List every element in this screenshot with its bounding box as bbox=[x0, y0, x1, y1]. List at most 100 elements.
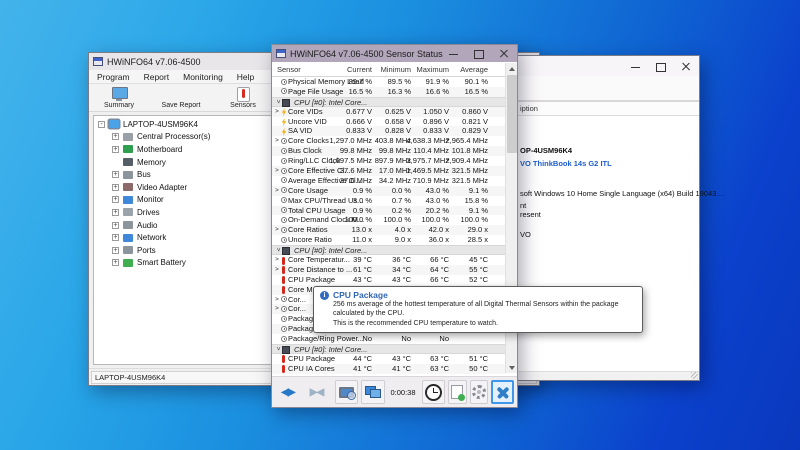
resize-grip[interactable] bbox=[691, 372, 698, 379]
col-maximum[interactable]: Maximum bbox=[416, 65, 449, 74]
expand-icon[interactable]: + bbox=[112, 133, 119, 141]
chevron-right-icon[interactable]: > bbox=[275, 304, 279, 314]
summary-button[interactable]: Summary bbox=[93, 84, 145, 111]
sensor-row-core-clocks[interactable]: > Core Clocks 1,297.0 MHz 403.8 MHz 4,638.3 … bbox=[272, 136, 505, 146]
sensor-row-sa-vid[interactable]: SA VID 0.833 V 0.828 V 0.833 V 0.829 V bbox=[272, 126, 505, 137]
sensor-row-core-usage[interactable]: > Core Usage 0.9 % 0.0 % 43.0 % 9.1 % bbox=[272, 185, 505, 196]
expand-icon[interactable]: + bbox=[112, 171, 119, 179]
sensor-value: 43 °C bbox=[353, 274, 372, 284]
sensor-value: 4,638.3 MHz bbox=[406, 136, 449, 146]
toolbar-button-label: Summary bbox=[104, 101, 134, 109]
col-minimum[interactable]: Minimum bbox=[381, 65, 411, 74]
clock-button[interactable] bbox=[421, 380, 445, 404]
chevron-right-icon[interactable]: > bbox=[275, 255, 279, 265]
sensor-row-max-cpu-thread-us[interactable]: Max CPU/Thread Us... 3.0 % 0.7 % 43.0 % 15.8… bbox=[272, 196, 505, 206]
menu-item-help[interactable]: Help bbox=[237, 72, 254, 82]
sensor-row-ring-llc-clock[interactable]: Ring/LLC Clock 1,097.5 MHz 897.9 MHz 3,975.… bbox=[272, 156, 505, 166]
sensor-value: 100.0 % bbox=[383, 215, 411, 225]
chevron-right-icon[interactable]: > bbox=[275, 225, 279, 235]
minimize-icon[interactable] bbox=[448, 48, 459, 59]
sensor-value: 16.3 % bbox=[387, 86, 411, 96]
expand-icon[interactable]: + bbox=[112, 208, 119, 216]
col-current[interactable]: Current bbox=[347, 65, 372, 74]
sensor-row-on-demand-clock-m[interactable]: On-Demand Clock M... 100.0 % 100.0 % 100.0 … bbox=[272, 215, 505, 225]
col-average[interactable]: Average bbox=[460, 65, 488, 74]
clock-icon bbox=[281, 187, 287, 194]
sensor-value: 1,297.0 MHz bbox=[329, 136, 372, 146]
info-icon: i bbox=[320, 290, 329, 300]
sensor-row-physical-memory-load[interactable]: Physical Memory Load 89.7 % 89.5 % 91.9 % 90… bbox=[272, 77, 505, 87]
sensor-row-uncore-vid[interactable]: Uncore VID 0.666 V 0.658 V 0.896 V 0.821 V bbox=[272, 117, 505, 127]
collapse-icon[interactable]: - bbox=[98, 120, 105, 128]
sensor-row-average-effective-cl[interactable]: Average Effective Cl... 37.6 MHz 34.2 MHz 7… bbox=[272, 176, 505, 186]
sensor-row-core-temperatur[interactable]: > Core Temperatur... 39 °C 36 °C 66 °C 45 °C bbox=[272, 255, 505, 265]
sensor-row-bus-clock[interactable]: Bus Clock 99.8 MHz 99.8 MHz 110.4 MHz 101.8 … bbox=[272, 146, 505, 157]
save-report-button[interactable]: Save Report bbox=[155, 84, 207, 111]
chevron-right-icon[interactable]: > bbox=[275, 107, 279, 117]
sensor-row-cpu-ia-cores[interactable]: CPU IA Cores 41 °C 41 °C 63 °C 50 °C bbox=[272, 363, 505, 374]
menu-item-program[interactable]: Program bbox=[97, 72, 130, 82]
sensor-value: 64 °C bbox=[430, 264, 449, 274]
sensor-value: 3.0 % bbox=[352, 195, 372, 205]
minimize-icon[interactable] bbox=[630, 61, 641, 72]
sensor-row-package-ring-power[interactable]: Package/Ring Power... No No No bbox=[272, 334, 505, 344]
chevron-right-icon[interactable]: > bbox=[275, 136, 279, 146]
scroll-down-icon[interactable] bbox=[506, 362, 518, 373]
close-sensors-button[interactable] bbox=[491, 380, 514, 404]
sensor-section-row[interactable]: > CPU [#0]: Intel Core... bbox=[272, 245, 505, 255]
settings-button[interactable] bbox=[469, 380, 489, 404]
remote-monitoring-button[interactable] bbox=[361, 380, 385, 404]
chevron-right-icon[interactable]: > bbox=[275, 295, 279, 305]
chevron-down-icon[interactable]: > bbox=[273, 347, 283, 354]
logging-button[interactable] bbox=[447, 380, 467, 404]
expand-icon[interactable]: + bbox=[112, 259, 119, 267]
maximize-icon[interactable] bbox=[655, 61, 666, 72]
reorder-left-right-button[interactable]: ◀▶ bbox=[275, 380, 301, 404]
summary-titlebar[interactable] bbox=[517, 56, 699, 76]
close-icon[interactable] bbox=[680, 61, 691, 72]
sensor-row-core-effective-cl[interactable]: > Core Effective Cl... 37.6 MHz 17.0 MHz 1,4… bbox=[272, 166, 505, 176]
sensor-value: 0.833 V bbox=[346, 126, 372, 136]
sensor-row-total-cpu-usage[interactable]: Total CPU Usage 0.9 % 0.2 % 20.2 % 9.1 % bbox=[272, 205, 505, 216]
chevron-down-icon[interactable]: > bbox=[273, 248, 283, 255]
close-icon[interactable] bbox=[498, 48, 509, 59]
sensors-button[interactable]: Sensors bbox=[217, 84, 269, 111]
sensor-table-header[interactable]: Sensor Current Minimum Maximum Average bbox=[272, 63, 505, 77]
expand-icon[interactable]: + bbox=[112, 183, 119, 191]
sensor-row-core-distance-to[interactable]: > Core Distance to ... 61 °C 34 °C 64 °C 55 °… bbox=[272, 264, 505, 275]
chevron-right-icon[interactable]: > bbox=[275, 166, 279, 176]
expand-icon[interactable]: + bbox=[112, 234, 119, 242]
sensor-row-uncore-ratio[interactable]: Uncore Ratio 11.0 x 9.0 x 36.0 x 28.5 x bbox=[272, 235, 505, 245]
summary-toolbar bbox=[517, 76, 699, 102]
sensor-bottom-toolbar: ◀▶ ▶◀ 0:00:38 bbox=[272, 376, 517, 407]
description-column-header[interactable]: iption bbox=[517, 102, 699, 116]
menu-item-report[interactable]: Report bbox=[144, 72, 170, 82]
sensor-row-page-file-usage[interactable]: Page File Usage 16.5 % 16.3 % 16.6 % 16.5 % bbox=[272, 86, 505, 97]
sensor-value: 710.9 MHz bbox=[412, 175, 449, 185]
maximize-icon[interactable] bbox=[473, 48, 484, 59]
reorder-right-left-button[interactable]: ▶◀ bbox=[304, 380, 330, 404]
expand-icon[interactable]: + bbox=[112, 221, 119, 229]
sensor-row-core-vids[interactable]: > Core VIDs 0.677 V 0.625 V 1.050 V 0.860 V bbox=[272, 106, 505, 117]
expand-icon[interactable]: + bbox=[112, 246, 119, 254]
chevron-right-icon[interactable]: > bbox=[275, 265, 279, 275]
tree-item-label: Drives bbox=[137, 207, 160, 217]
sensor-value: 101.8 MHz bbox=[451, 146, 488, 156]
computer-icon bbox=[109, 120, 119, 129]
sensor-section-row[interactable]: > CPU [#0]: Intel Core... bbox=[272, 344, 505, 354]
scrollbar-thumb[interactable] bbox=[507, 75, 517, 153]
sensor-row-cpu-package[interactable]: CPU Package 43 °C 43 °C 66 °C 52 °C bbox=[272, 275, 505, 285]
sensor-row-cpu-package[interactable]: CPU Package 44 °C 43 °C 63 °C 51 °C bbox=[272, 354, 505, 364]
expand-icon[interactable]: + bbox=[112, 196, 119, 204]
sensor-titlebar[interactable]: HWiNFO64 v7.06-4500 Sensor Status bbox=[272, 45, 517, 62]
sensor-row-core-ratios[interactable]: > Core Ratios 13.0 x 4.0 x 42.0 x 29.0 x bbox=[272, 225, 505, 236]
thermo-icon bbox=[282, 276, 285, 285]
chevron-down-icon[interactable]: > bbox=[273, 99, 283, 106]
menu-item-monitoring[interactable]: Monitoring bbox=[183, 72, 223, 82]
monitor-search-button[interactable] bbox=[335, 380, 359, 404]
expand-icon[interactable]: + bbox=[112, 145, 119, 153]
scroll-up-icon[interactable] bbox=[506, 63, 518, 74]
sensor-section-row[interactable]: > CPU [#0]: Intel Core... bbox=[272, 96, 505, 107]
chevron-right-icon[interactable]: > bbox=[275, 186, 279, 196]
col-sensor[interactable]: Sensor bbox=[277, 65, 301, 74]
